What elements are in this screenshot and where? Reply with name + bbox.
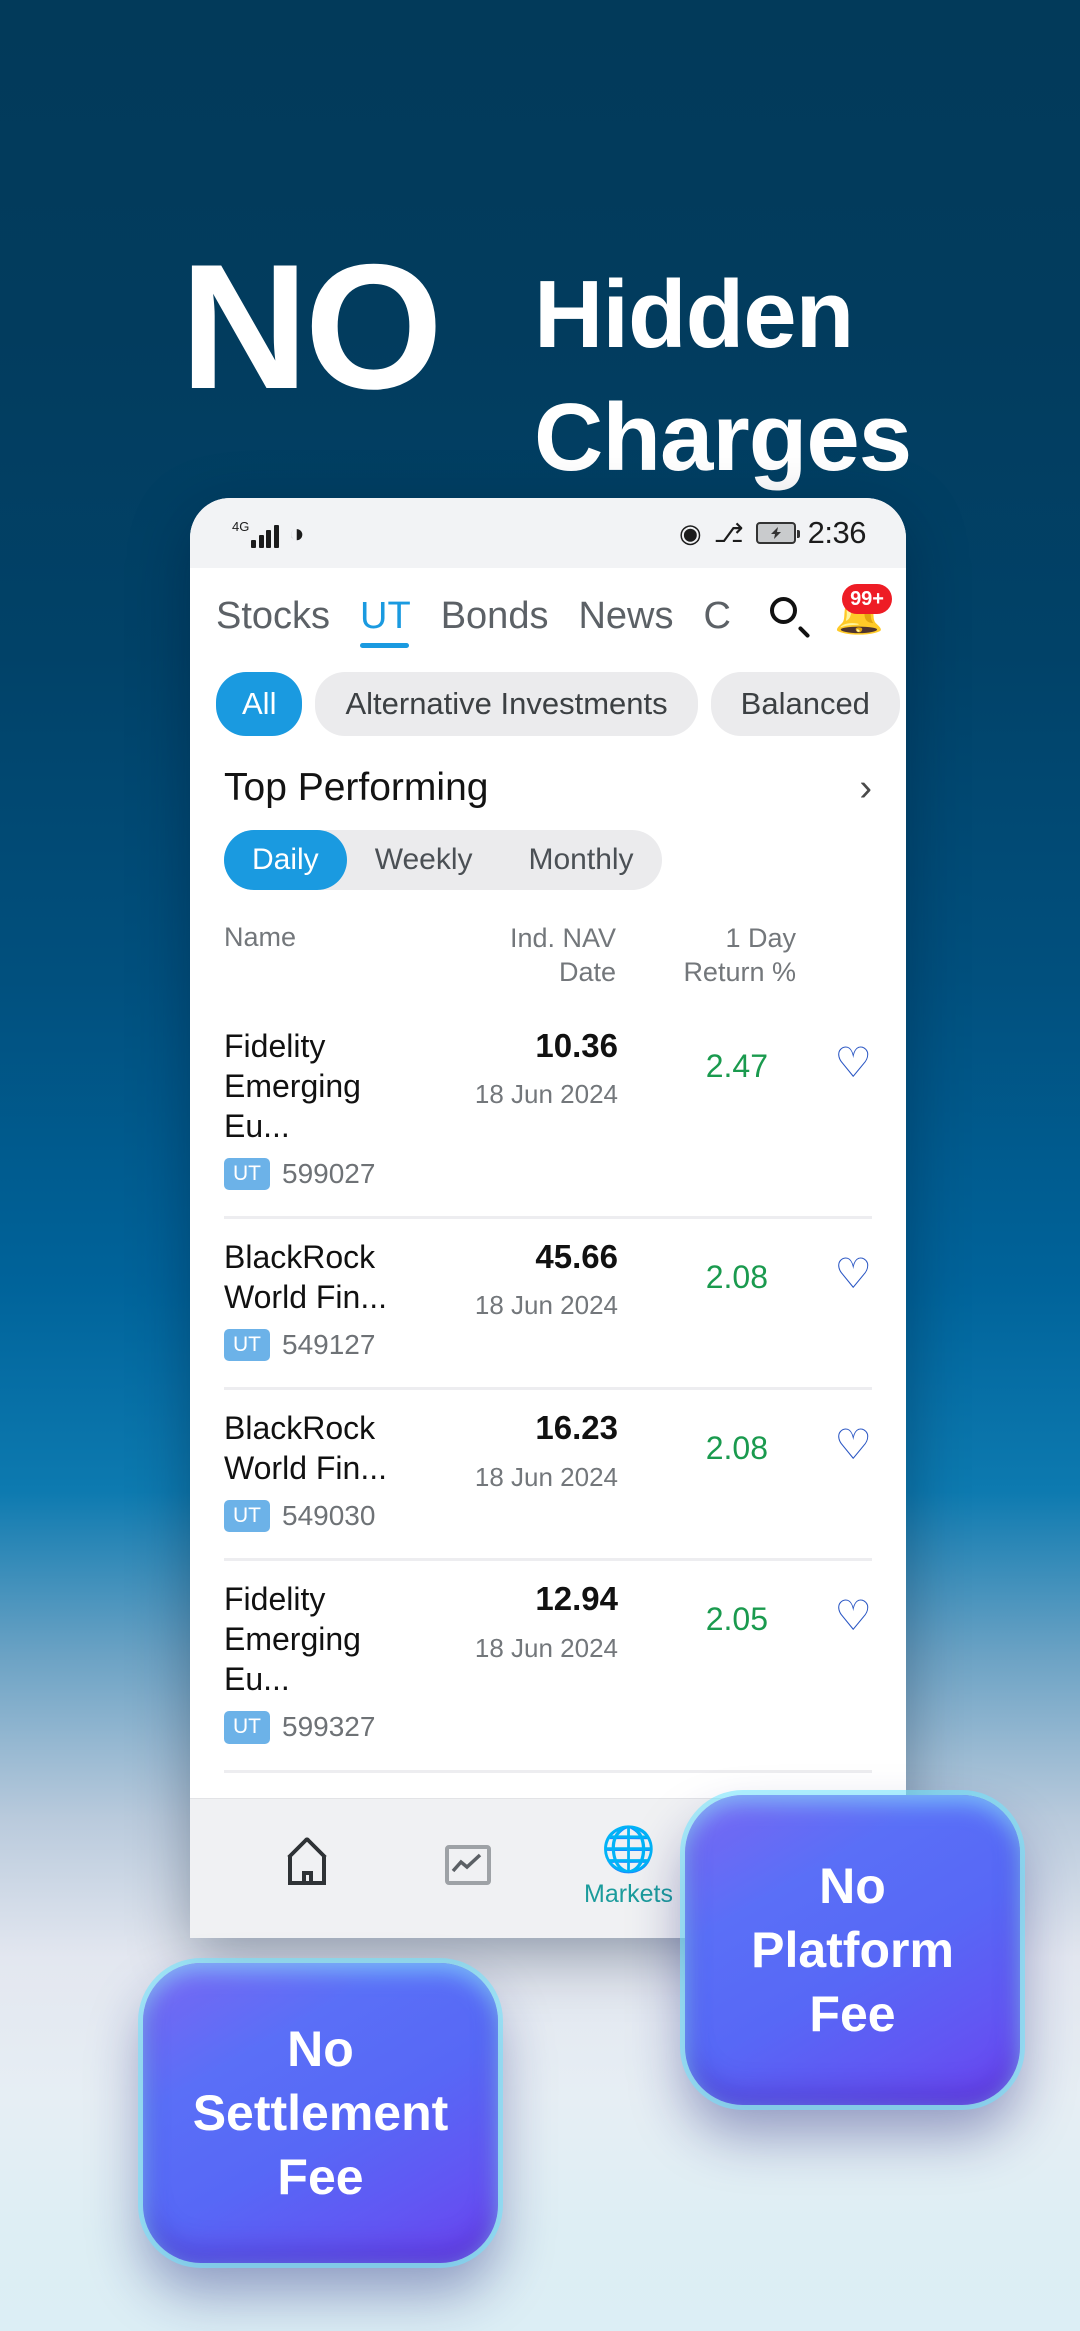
- column-header-return: 1 Day Return %: [616, 922, 796, 990]
- product-type-badge: UT: [224, 1157, 270, 1190]
- promo-card-settlement-fee: No Settlement Fee: [143, 1963, 498, 2263]
- fund-name: Fidelity Emerging Eu...: [224, 1581, 361, 1698]
- return-percent: 2.47: [705, 1047, 768, 1084]
- column-header-nav-line2: Date: [558, 956, 616, 987]
- favorite-button[interactable]: ♡: [768, 1408, 872, 1466]
- fund-name: Fidelity Emerging Eu...: [224, 1027, 361, 1144]
- favorite-button[interactable]: ♡: [768, 1237, 872, 1295]
- tab-bonds[interactable]: Bonds: [441, 595, 549, 648]
- product-type-badge: UT: [224, 1500, 270, 1533]
- eye-icon: ◉: [679, 518, 702, 548]
- nav-value: 45.66: [535, 1237, 618, 1275]
- tab-news[interactable]: News: [578, 595, 673, 648]
- hero-line-2: Charges: [534, 383, 912, 491]
- nav-date: 18 Jun 2024: [474, 1079, 618, 1110]
- hero-line-1: Hidden: [534, 261, 854, 368]
- fund-name: BlackRock World Fin...: [224, 1238, 387, 1315]
- heart-outline-icon: ♡: [834, 1038, 872, 1086]
- promo-line-3: Fee: [277, 2149, 364, 2205]
- fund-name: BlackRock World Fin...: [224, 1410, 387, 1486]
- product-type-badge: UT: [224, 1711, 270, 1744]
- fund-code: 599327: [282, 1711, 376, 1743]
- period-monthly[interactable]: Monthly: [501, 830, 662, 890]
- network-type-label: 4G: [232, 518, 250, 534]
- chevron-right-icon[interactable]: ›: [859, 767, 872, 810]
- column-header-nav-line1: Ind. NAV: [509, 923, 616, 953]
- tab-ut[interactable]: UT: [360, 595, 411, 648]
- nav-home[interactable]: [226, 1845, 387, 1893]
- period-daily[interactable]: Daily: [224, 830, 347, 890]
- promo-line-2: Settlement: [192, 2085, 449, 2141]
- home-icon: [284, 1845, 330, 1885]
- fund-code: 549127: [282, 1328, 376, 1360]
- tab-c[interactable]: C: [703, 595, 730, 648]
- return-percent: 2.08: [705, 1430, 768, 1466]
- promo-line-1: No: [287, 2021, 354, 2077]
- column-header-name: Name: [224, 922, 297, 952]
- table-row[interactable]: BlackRock World Fin... UT 549030 16.23 1…: [224, 1390, 872, 1552]
- signal-bars-icon: 4G: [232, 519, 279, 548]
- period-segmented-control-top: Daily Weekly Monthly: [224, 830, 662, 890]
- bluetooth-icon: ⎇: [713, 518, 744, 548]
- favorite-button[interactable]: ♡: [768, 1579, 872, 1637]
- heart-outline-icon: ♡: [834, 1421, 872, 1468]
- search-icon[interactable]: [770, 597, 811, 639]
- promo-line-3: Fee: [809, 1986, 896, 2042]
- phone-mockup: 4G ◑ ◉ ⎇ 2:36 Stocks UT Bonds News C 🔔 9…: [190, 498, 906, 1938]
- chart-icon: [444, 1844, 491, 1885]
- battery-charging-icon: [755, 522, 800, 544]
- nav-date: 18 Jun 2024: [474, 1632, 618, 1663]
- chip-all[interactable]: All: [216, 672, 303, 736]
- notifications-bell-button[interactable]: 🔔 99+: [834, 584, 892, 640]
- top-tab-bar: Stocks UT Bonds News C 🔔 99+: [190, 568, 906, 660]
- status-bar: 4G ◑ ◉ ⎇ 2:36: [190, 498, 906, 568]
- chip-balanced[interactable]: Balanced: [710, 672, 900, 736]
- top-performing-table: Name Ind. NAV Date 1 Day Return % Fideli…: [190, 900, 906, 1935]
- promo-card-platform-fee: No Platform Fee: [685, 1795, 1020, 2105]
- column-header-nav: Ind. NAV Date: [416, 922, 616, 990]
- return-percent: 2.05: [705, 1601, 768, 1638]
- hero-headline: NO Hidden Charges: [0, 120, 1080, 491]
- hero-word-no: NO: [180, 227, 443, 426]
- section-header-top-performing[interactable]: Top Performing ›: [190, 752, 906, 810]
- column-header-return-line1: 1 Day: [725, 923, 796, 953]
- wifi-icon: ◑: [288, 518, 305, 548]
- notification-badge: 99+: [842, 584, 892, 614]
- promo-line-2: Platform: [751, 1922, 954, 1978]
- nav-value: 16.23: [535, 1409, 618, 1446]
- chip-alternative-investments[interactable]: Alternative Investments: [315, 672, 698, 736]
- clock-time: 2:36: [807, 515, 867, 550]
- period-weekly[interactable]: Weekly: [347, 830, 501, 890]
- table-row[interactable]: Fidelity Emerging Eu... UT 599327 12.94 …: [224, 1561, 872, 1763]
- fund-code: 599027: [282, 1157, 376, 1189]
- nav-portfolio[interactable]: [387, 1844, 548, 1893]
- heart-outline-icon: ♡: [834, 1592, 872, 1640]
- nav-value: 10.36: [535, 1026, 618, 1064]
- favorite-button[interactable]: ♡: [768, 1026, 872, 1084]
- heart-outline-icon: ♡: [834, 1249, 872, 1297]
- section-title: Top Performing: [224, 766, 489, 809]
- hero-right-lines: Hidden Charges: [534, 254, 912, 500]
- column-header-return-line2: Return %: [683, 956, 796, 987]
- return-percent: 2.08: [705, 1258, 768, 1295]
- nav-date: 18 Jun 2024: [474, 1461, 618, 1492]
- table-row[interactable]: BlackRock World Fin... UT 549127 45.66 1…: [224, 1219, 872, 1381]
- filter-chip-row: All Alternative Investments Balanced C: [190, 660, 906, 752]
- tab-stocks[interactable]: Stocks: [216, 595, 330, 648]
- nav-date: 18 Jun 2024: [474, 1290, 618, 1321]
- product-type-badge: UT: [224, 1328, 270, 1361]
- table-row[interactable]: Fidelity Emerging Eu... UT 599027 10.36 …: [224, 1008, 872, 1210]
- promo-line-1: No: [819, 1858, 886, 1914]
- fund-code: 549030: [282, 1500, 376, 1532]
- nav-value: 12.94: [535, 1580, 618, 1618]
- table-header-row: Name Ind. NAV Date 1 Day Return %: [224, 900, 872, 1008]
